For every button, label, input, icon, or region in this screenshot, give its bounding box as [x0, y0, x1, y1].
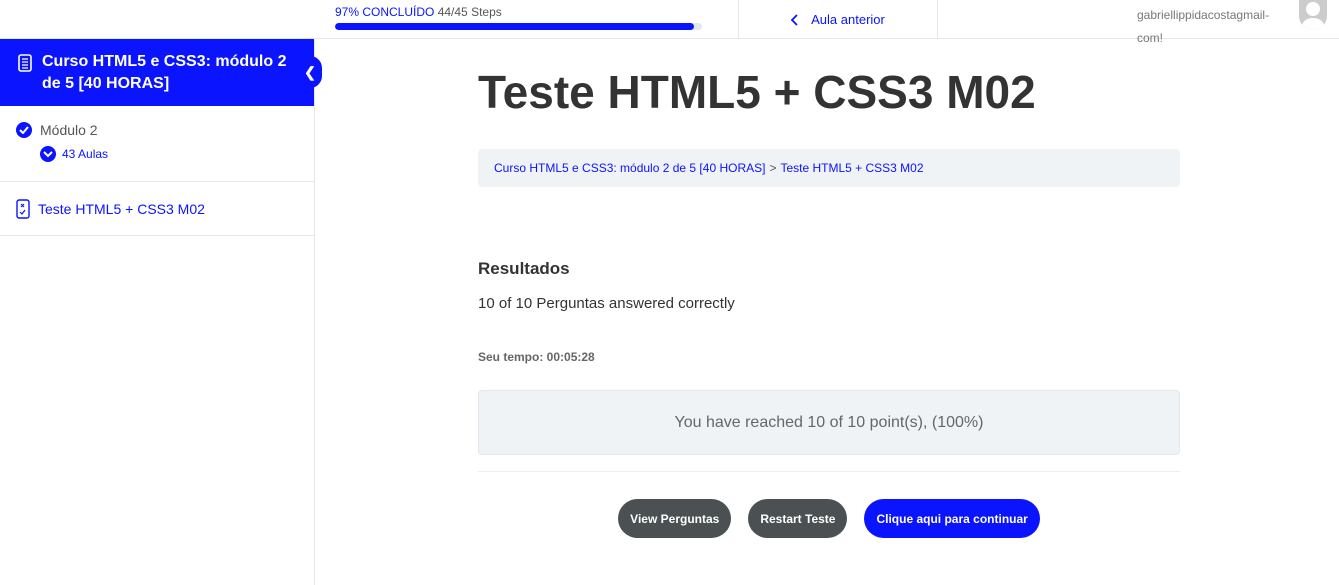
previous-lesson-label: Aula anterior — [811, 12, 885, 27]
module-label: Módulo 2 — [40, 122, 98, 138]
view-questions-button[interactable]: View Perguntas — [618, 499, 732, 538]
user-icon — [1301, 2, 1325, 30]
document-icon — [18, 54, 32, 72]
user-name-line1: gabriellippidacostagmail- — [1137, 8, 1270, 22]
previous-lesson-button[interactable]: Aula anterior — [738, 0, 938, 39]
restart-quiz-button[interactable]: Restart Teste — [748, 499, 848, 538]
chevron-left-icon — [791, 13, 798, 26]
breadcrumb-quiz-link[interactable]: Teste HTML5 + CSS3 M02 — [780, 161, 923, 175]
quiz-label: Teste HTML5 + CSS3 M02 — [38, 200, 205, 217]
module-item[interactable]: Módulo 2 43 Aulas — [0, 106, 314, 182]
progress-bar — [335, 23, 702, 30]
lessons-expand-toggle[interactable]: 43 Aulas — [40, 146, 298, 162]
main-content: Teste HTML5 + CSS3 M02 Curso HTML5 e CSS… — [478, 39, 1180, 538]
breadcrumb-separator: > — [769, 161, 777, 175]
time-taken: Seu tempo: 00:05:28 — [478, 350, 595, 364]
results-heading: Resultados — [478, 259, 570, 278]
breadcrumb-course-link[interactable]: Curso HTML5 e CSS3: módulo 2 de 5 [40 HO… — [494, 161, 765, 175]
avatar[interactable] — [1299, 0, 1327, 30]
action-buttons: View Perguntas Restart Teste Clique aqui… — [478, 499, 1180, 538]
chevron-left-icon: ❮ — [304, 64, 316, 80]
quiz-icon — [16, 198, 30, 219]
course-title: Curso HTML5 e CSS3: módulo 2 de 5 [40 HO… — [42, 53, 287, 92]
breadcrumb: Curso HTML5 e CSS3: módulo 2 de 5 [40 HO… — [478, 149, 1180, 187]
lessons-count: 43 Aulas — [62, 147, 109, 161]
continue-button[interactable]: Clique aqui para continuar — [864, 499, 1040, 538]
answered-summary: 10 of 10 Perguntas answered correctly — [478, 295, 735, 312]
check-circle-icon — [16, 122, 32, 138]
top-bar: 97% CONCLUÍDO 44/45 Steps Aula anterior … — [0, 0, 1339, 45]
progress-bar-fill — [335, 23, 694, 30]
course-progress: 97% CONCLUÍDO 44/45 Steps — [335, 5, 702, 30]
progress-steps: 44/45 Steps — [437, 5, 502, 19]
progress-percent: 97% CONCLUÍDO — [335, 5, 435, 19]
divider — [478, 471, 1180, 472]
points-summary: You have reached 10 of 10 point(s), (100… — [478, 390, 1180, 455]
chevron-down-icon — [40, 146, 56, 162]
collapse-sidebar-button[interactable]: ❮ — [298, 56, 322, 88]
page-title: Teste HTML5 + CSS3 M02 — [478, 66, 1036, 118]
course-header[interactable]: Curso HTML5 e CSS3: módulo 2 de 5 [40 HO… — [0, 39, 322, 106]
sidebar: Curso HTML5 e CSS3: módulo 2 de 5 [40 HO… — [0, 39, 322, 585]
sidebar-item-quiz[interactable]: Teste HTML5 + CSS3 M02 — [0, 182, 314, 236]
